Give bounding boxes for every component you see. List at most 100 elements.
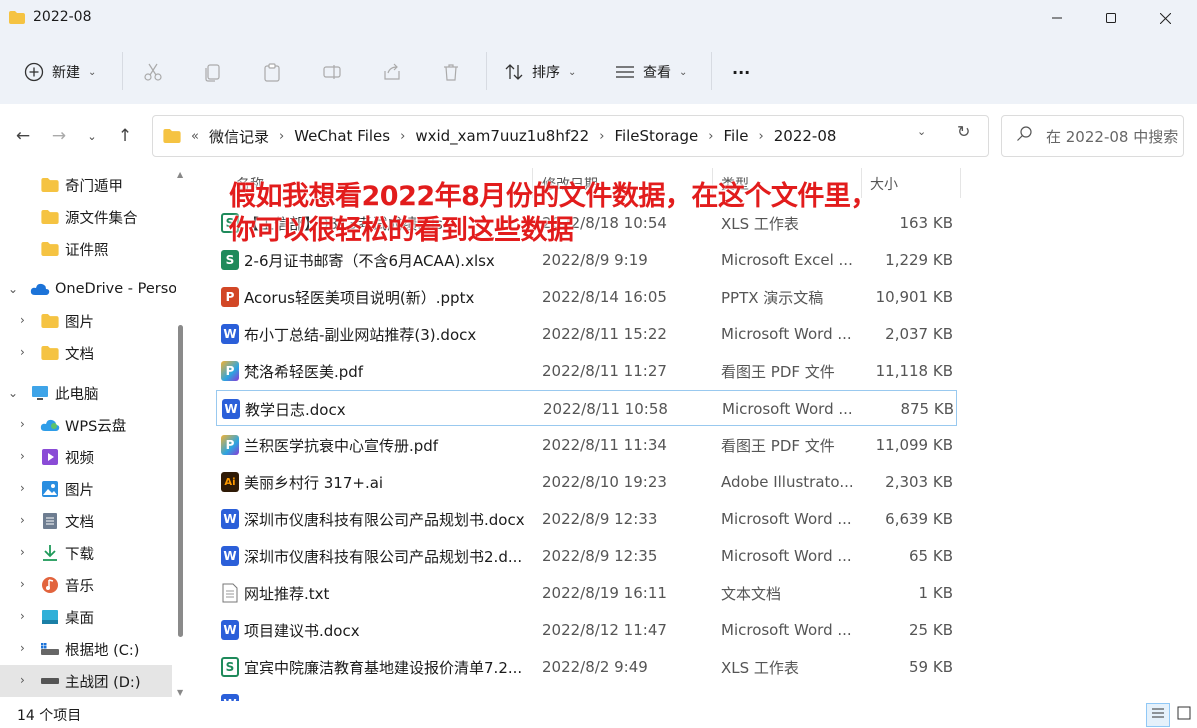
file-row-partial[interactable]: W [216,686,957,701]
annotation-line: 假如我想看2022年8月份的文件数据，在这个文件里， [229,181,877,212]
sidebar-item-onedrive[interactable]: ⌄ OneDrive - Perso [0,273,176,305]
search-icon [1016,126,1032,146]
maximize-button[interactable] [1088,0,1134,36]
chevron-right-icon[interactable]: › [20,641,32,655]
view-button[interactable]: 查看 ⌄ [615,54,687,90]
new-button[interactable]: 新建 ⌄ [24,54,96,90]
breadcrumb-item[interactable]: wxid_xam7uuz1u8hf22 [415,127,589,145]
copy-button[interactable] [202,54,222,90]
sidebar-item-videos[interactable]: › 视频 [0,441,172,473]
file-row[interactable]: P 梵洛希轻医美.pdf 2022/8/11 11:27 看图王 PDF 文件 … [216,353,957,389]
breadcrumb-overflow[interactable]: « [191,129,199,144]
sidebar-item-music[interactable]: › 音乐 [0,569,172,601]
annotation-overlay: 假如我想看2022年8月份的文件数据，在这个文件里， 你可以很轻松的看到这些数据 [229,180,1009,248]
file-row[interactable]: Ai 美丽乡村行 317+.ai 2022/8/10 19:23 Adobe I… [216,464,957,500]
file-size: 25 KB [909,621,953,639]
back-button[interactable]: ← [11,124,35,148]
picture-icon [40,480,60,498]
chevron-right-icon[interactable]: › [20,345,32,359]
breadcrumb-item[interactable]: FileStorage [614,127,698,145]
sidebar-item-id-photos[interactable]: 证件照 [0,233,172,265]
file-row[interactable]: W 深圳市仪唐科技有限公司产品规划书2.d... 2022/8/9 12:35 … [216,538,957,574]
file-date: 2022/8/11 15:22 [542,325,667,343]
chevron-right-icon[interactable]: › [400,129,405,144]
download-icon [40,544,60,562]
file-row[interactable]: W 教学日志.docx 2022/8/11 10:58 Microsoft Wo… [216,390,957,426]
more-options-button[interactable]: ··· [732,54,750,90]
sidebar-item-downloads[interactable]: › 下载 [0,537,172,569]
up-button[interactable]: ↑ [113,124,137,148]
sidebar-item-wps-cloud[interactable]: › WPS云盘 [0,409,172,441]
breadcrumb-item[interactable]: WeChat Files [294,127,390,145]
chevron-right-icon[interactable]: › [20,673,32,687]
sidebar-item-documents[interactable]: › 文档 [0,505,172,537]
forward-button[interactable]: → [47,124,71,148]
sidebar-item-onedrive-pictures[interactable]: › 图片 [0,305,172,337]
word-file-icon: W [220,686,240,701]
file-date: 2022/8/14 16:05 [542,288,667,306]
file-row[interactable]: S 宜宾中院廉洁教育基地建设报价清单7.2... 2022/8/2 9:49 X… [216,649,957,685]
scroll-down-arrow-icon[interactable]: ▼ [177,688,183,697]
scroll-up-arrow-icon[interactable]: ▲ [177,170,183,179]
chevron-right-icon[interactable]: › [20,449,32,463]
file-size: 1 KB [918,584,953,602]
address-bar[interactable]: « 微信记录 › WeChat Files › wxid_xam7uuz1u8h… [152,115,989,157]
chevron-right-icon[interactable]: › [20,577,32,591]
sidebar-item-label: 此电脑 [55,386,99,403]
sidebar-item-drive-d[interactable]: › 主战团 (D:) [0,665,172,697]
chevron-right-icon[interactable]: › [20,513,32,527]
details-view-button[interactable] [1146,703,1170,727]
file-name: Acorus轻医美项目说明(新）.pptx [244,288,475,307]
chevron-down-icon[interactable]: ⌄ [8,282,20,296]
search-input[interactable]: 在 2022-08 中搜索 [1001,115,1184,157]
sidebar-item-onedrive-documents[interactable]: › 文档 [0,337,172,369]
sidebar-item-desktop[interactable]: › 桌面 [0,601,172,633]
breadcrumb-item[interactable]: File [723,127,748,145]
file-row[interactable]: P Acorus轻医美项目说明(新）.pptx 2022/8/14 16:05 … [216,279,957,315]
sidebar-item-pictures[interactable]: › 图片 [0,473,172,505]
file-row[interactable]: W 布小丁总结-副业网站推荐(3).docx 2022/8/11 15:22 M… [216,316,957,352]
file-row[interactable]: W 项目建议书.docx 2022/8/12 11:47 Microsoft W… [216,612,957,648]
address-history-button[interactable]: ⌄ [917,125,926,138]
file-row[interactable]: 网址推荐.txt 2022/8/19 16:11 文本文档 1 KB [216,575,957,611]
chevron-right-icon[interactable]: › [20,545,32,559]
chevron-right-icon[interactable]: › [599,129,604,144]
rename-button[interactable] [322,54,342,90]
sidebar-item-label: 图片 [65,482,94,499]
paste-button[interactable] [262,54,282,90]
file-size: 11,099 KB [875,436,953,454]
tiles-view-icon [1177,706,1191,724]
breadcrumb-item[interactable]: 微信记录 [209,126,269,147]
breadcrumb-item[interactable]: 2022-08 [774,127,837,145]
tiles-view-button[interactable] [1172,703,1196,727]
chevron-down-icon[interactable]: ⌄ [8,386,20,400]
sidebar-item-label: 视频 [65,450,94,467]
navigation-pane: 奇门遁甲 源文件集合 证件照 ⌄ OneDrive - Perso › 图片 ›… [0,168,176,701]
pdf-file-icon: P [220,353,240,389]
chevron-right-icon[interactable]: › [20,417,32,431]
sidebar-scrollbar-thumb[interactable] [178,325,183,637]
sort-ascending-icon: ^ [375,168,385,174]
delete-button[interactable] [441,54,461,90]
refresh-icon[interactable]: ↻ [957,122,970,141]
file-row[interactable]: P 兰积医学抗衰中心宣传册.pdf 2022/8/11 11:34 看图王 PD… [216,427,957,463]
chevron-right-icon[interactable]: › [759,129,764,144]
sidebar-item-source-files[interactable]: 源文件集合 [0,201,172,233]
sort-button[interactable]: 排序 ⌄ [504,54,576,90]
chevron-right-icon[interactable]: › [708,129,713,144]
sidebar-item-drive-c[interactable]: › 根据地 (C:) [0,633,172,665]
sidebar-item-label: 源文件集合 [65,210,138,227]
sidebar-item-qimen[interactable]: 奇门遁甲 [0,169,172,201]
sidebar-item-this-pc[interactable]: ⌄ 此电脑 [0,377,172,409]
chevron-right-icon[interactable]: › [20,313,32,327]
minimize-button[interactable] [1034,0,1080,36]
cut-button[interactable] [143,54,163,90]
recent-locations-button[interactable]: ⌄ [80,124,104,148]
chevron-right-icon[interactable]: › [20,609,32,623]
chevron-right-icon[interactable]: › [279,129,284,144]
close-button[interactable] [1142,0,1188,36]
chevron-right-icon[interactable]: › [20,481,32,495]
file-row[interactable]: W 深圳市仪唐科技有限公司产品规划书.docx 2022/8/9 12:33 M… [216,501,957,537]
sidebar-item-label: WPS云盘 [65,418,127,435]
share-button[interactable] [382,54,402,90]
